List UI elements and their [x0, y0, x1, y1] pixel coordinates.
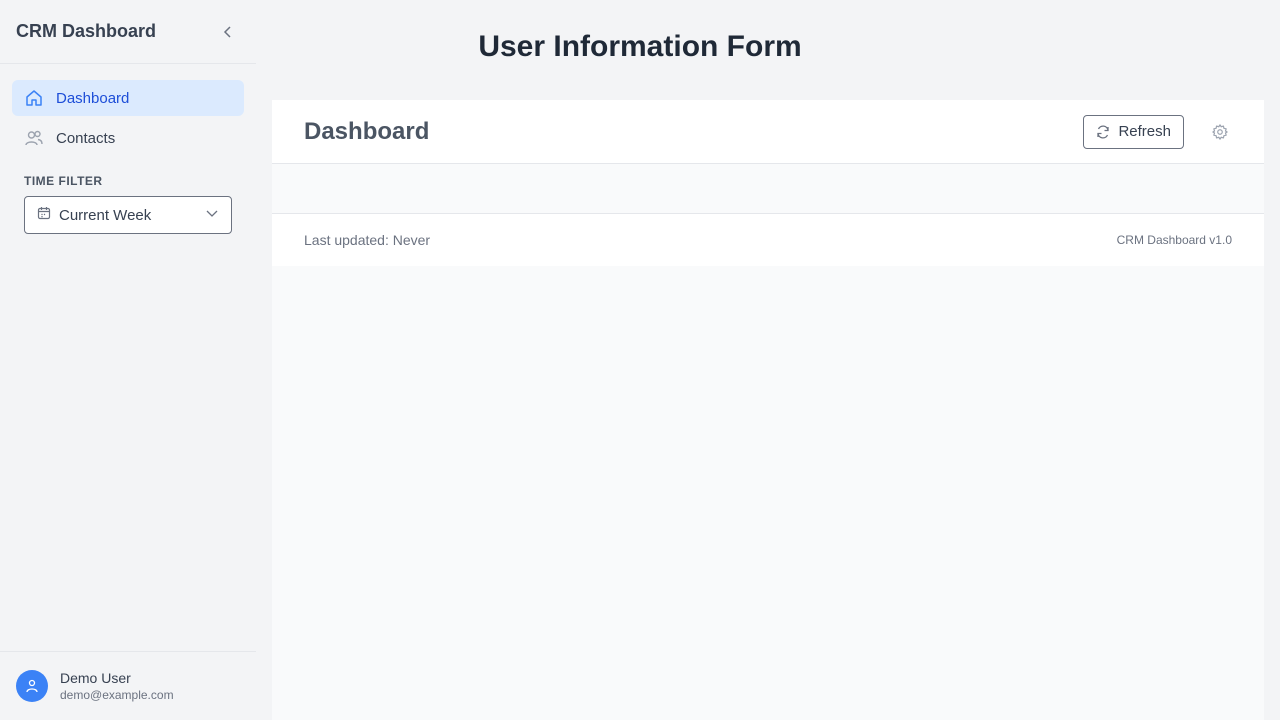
refresh-button[interactable]: Refresh [1083, 114, 1184, 149]
main-panel: Dashboard Refresh Last updated: Never CR… [272, 100, 1264, 720]
user-icon [26, 679, 38, 693]
main-header: Dashboard Refresh [272, 100, 1264, 164]
sidebar-title: CRM Dashboard [16, 21, 157, 41]
user-profile[interactable]: Demo User demo@example.com [0, 651, 256, 720]
chevron-down-icon [205, 206, 219, 225]
last-updated-text: Last updated: Never [304, 232, 431, 248]
sidebar-item-dashboard[interactable]: Dashboard [12, 80, 244, 116]
avatar [16, 670, 48, 702]
calendar-icon [37, 206, 51, 225]
collapse-sidebar-button[interactable] [216, 20, 240, 44]
sidebar-item-contacts[interactable]: Contacts [12, 120, 244, 156]
users-icon [24, 128, 44, 148]
time-filter-section: TIME FILTER Current Week [0, 160, 256, 234]
refresh-icon [1096, 124, 1110, 139]
sidebar-item-label: Contacts [56, 129, 116, 147]
settings-button[interactable] [1208, 120, 1232, 144]
sidebar-item-label: Dashboard [56, 89, 130, 107]
gear-icon [1212, 123, 1228, 140]
time-filter-value: Current Week [59, 206, 152, 224]
time-filter-select[interactable]: Current Week [24, 196, 232, 234]
sidebar-nav: Dashboard Contacts [0, 64, 256, 156]
main-footer: Last updated: Never CRM Dashboard v1.0 [272, 213, 1264, 266]
user-name: Demo User [60, 670, 131, 686]
main-title: Dashboard [304, 117, 430, 145]
chevron-left-icon [223, 25, 231, 38]
refresh-label: Refresh [1118, 123, 1171, 140]
home-icon [24, 88, 44, 108]
content-area [272, 164, 1264, 213]
sidebar: CRM Dashboard Dashboard Contacts TIME FI… [0, 0, 256, 720]
time-filter-label: TIME FILTER [24, 174, 103, 188]
version-text: CRM Dashboard v1.0 [1116, 233, 1232, 247]
user-email: demo@example.com [60, 688, 174, 702]
sidebar-header: CRM Dashboard [0, 0, 256, 64]
